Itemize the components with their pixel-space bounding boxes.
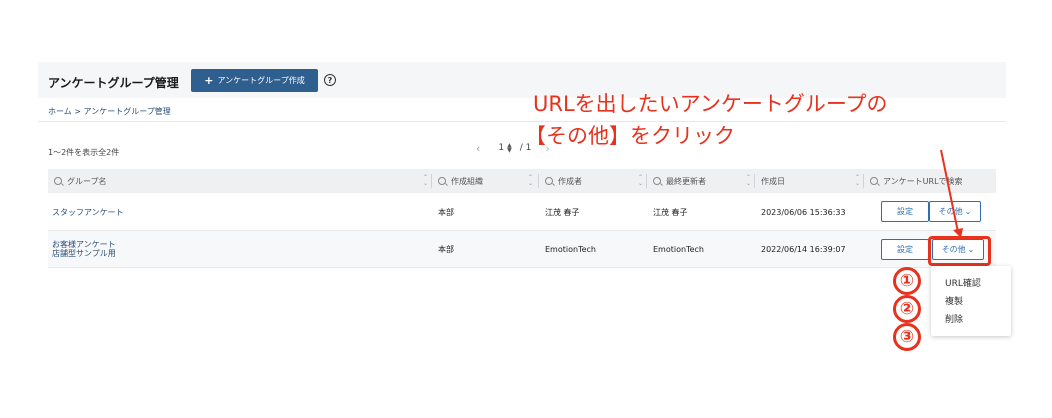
annotation-arrow bbox=[940, 149, 963, 238]
